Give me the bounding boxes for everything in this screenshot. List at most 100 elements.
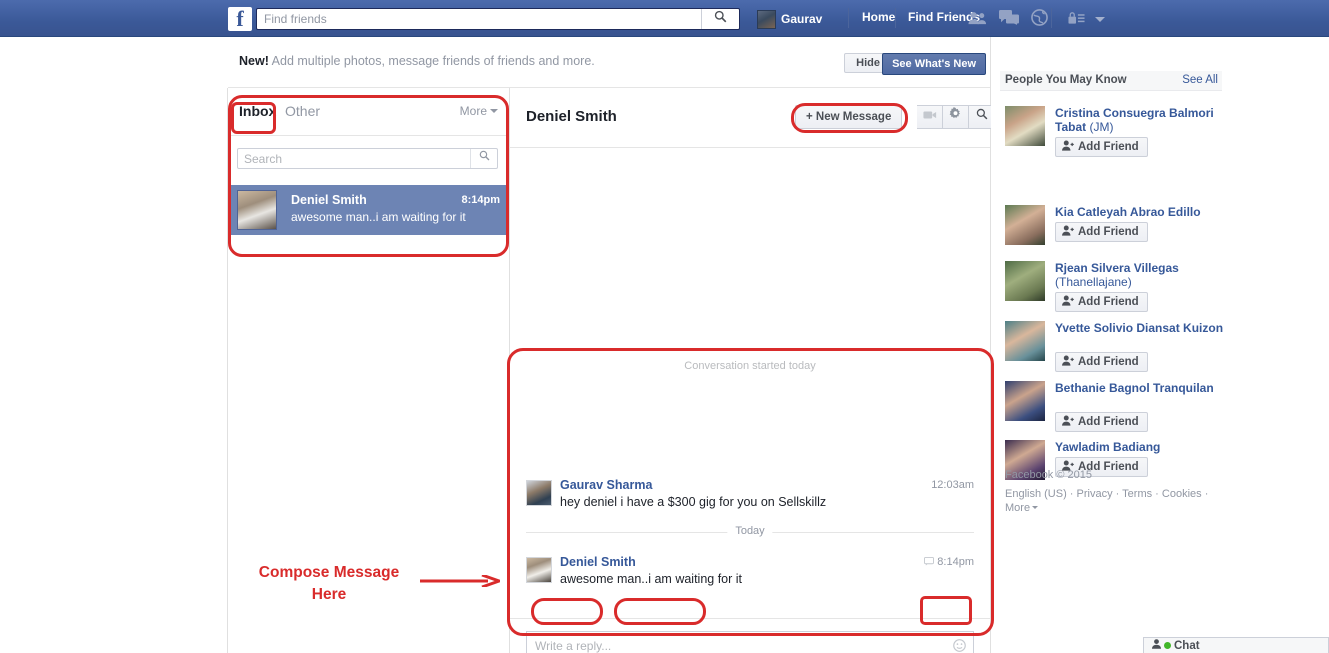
annotation-arrow-icon <box>420 575 500 587</box>
message-body: hey deniel i have a $300 gig for you on … <box>560 495 827 509</box>
message-time: 12:03am <box>931 479 974 491</box>
new-message-button[interactable]: + New Message <box>795 105 903 129</box>
pymk-name[interactable]: Kia Catleyah Abrao Edillo <box>1055 205 1225 219</box>
add-friend-label: Add Friend <box>1078 356 1139 368</box>
pymk-alias: (Thanellajane) <box>1055 275 1132 289</box>
conversation-header: Deniel Smith + New Message <box>510 88 995 148</box>
annotation-compose-label: Compose Message Here <box>243 562 415 606</box>
nav-home-link[interactable]: Home <box>862 10 895 24</box>
pymk-name[interactable]: Cristina Consuegra Balmori Tabat (JM) <box>1055 106 1225 134</box>
day-separator: Today <box>526 525 974 537</box>
add-friend-button[interactable]: Add Friend <box>1055 222 1148 242</box>
annotation-line-2: Here <box>311 586 347 603</box>
add-friend-icon <box>1062 355 1074 369</box>
pymk-alias: (JM) <box>1089 120 1114 134</box>
notifications-globe-icon[interactable] <box>1031 9 1048 29</box>
compose-box: Add Files Add Photos Press Enter to send… <box>526 631 974 653</box>
thread-search-input[interactable] <box>238 149 470 168</box>
footer-link-more[interactable]: More <box>1005 502 1030 514</box>
message-composer: Add Files Add Photos Press Enter to send… <box>510 618 990 653</box>
banner-text: New! Add multiple photos, message friend… <box>239 54 595 68</box>
emoji-icon[interactable] <box>953 639 966 653</box>
thread-snippet: awesome man..i am waiting for it <box>291 210 466 224</box>
add-friend-button[interactable]: Add Friend <box>1055 137 1148 157</box>
chat-bar[interactable]: Chat <box>1143 637 1329 653</box>
chevron-down-icon <box>490 109 498 113</box>
account-caret-icon[interactable] <box>1095 16 1105 22</box>
search-icon[interactable] <box>470 149 497 168</box>
new-features-banner: New! Add multiple photos, message friend… <box>228 37 990 88</box>
messages-icon[interactable] <box>999 10 1019 28</box>
avatar <box>237 190 277 230</box>
annotation-line-1: Compose Message <box>258 564 400 581</box>
add-friend-icon <box>1062 225 1074 239</box>
footer-links: English (US) · Privacy · Terms · Cookies… <box>1005 488 1209 514</box>
footer-link-terms[interactable]: Terms <box>1122 488 1152 500</box>
divider <box>1051 8 1052 28</box>
message-body: awesome man..i am waiting for it <box>560 572 743 586</box>
friend-requests-icon[interactable] <box>968 11 987 28</box>
global-search-input[interactable] <box>257 9 701 29</box>
avatar <box>1005 261 1045 301</box>
chat-label: Chat <box>1174 639 1200 652</box>
add-friend-button[interactable]: Add Friend <box>1055 292 1148 312</box>
pymk-title: People You May Know <box>1005 74 1127 86</box>
thread-search-box[interactable] <box>237 148 498 169</box>
banner-new-label: New! <box>239 54 269 68</box>
message-author[interactable]: Gaurav Sharma <box>560 478 652 492</box>
right-sidebar: People You May Know See All Cristina Con… <box>991 37 1329 653</box>
top-icon-group <box>968 8 1048 30</box>
footer-link-privacy[interactable]: Privacy <box>1077 488 1113 500</box>
divider <box>848 8 849 28</box>
pymk-see-all-link[interactable]: See All <box>1182 74 1218 86</box>
seen-bubble-icon <box>924 556 937 568</box>
message-time: 8:14pm <box>924 556 974 568</box>
see-whats-new-button[interactable]: See What's New <box>882 53 986 75</box>
new-message-label: New Message <box>815 111 892 123</box>
facebook-logo-icon[interactable]: f <box>228 7 252 31</box>
facebook-messages-page: f Gaurav Home Find Friends <box>0 0 1329 653</box>
avatar <box>1005 381 1045 421</box>
chat-person-icon <box>1152 639 1161 652</box>
profile-name: Gaurav <box>781 12 823 26</box>
online-status-dot <box>1164 642 1171 649</box>
add-friend-label: Add Friend <box>1078 141 1139 153</box>
thread-name: Deniel Smith <box>291 193 367 207</box>
video-call-icon[interactable] <box>917 105 943 129</box>
add-friend-label: Add Friend <box>1078 226 1139 238</box>
message-author[interactable]: Deniel Smith <box>560 555 636 569</box>
avatar <box>1005 205 1045 245</box>
footer-link-language[interactable]: English (US) <box>1005 488 1067 500</box>
add-friend-button[interactable]: Add Friend <box>1055 412 1148 432</box>
tab-other[interactable]: Other <box>285 103 320 119</box>
pymk-name[interactable]: Yawladim Badiang <box>1055 440 1225 454</box>
gear-icon[interactable] <box>943 105 969 129</box>
privacy-lock-icon[interactable] <box>1068 11 1085 28</box>
search-icon[interactable] <box>701 9 739 29</box>
profile-link[interactable]: Gaurav <box>757 9 822 29</box>
thread-time: 8:14pm <box>461 194 500 206</box>
thread-tabs: Inbox Other More <box>228 88 509 136</box>
pymk-name[interactable]: Rjean Silvera Villegas (Thanellajane) <box>1055 261 1225 289</box>
add-friend-button[interactable]: Add Friend <box>1055 352 1148 372</box>
add-friend-icon <box>1062 140 1074 154</box>
chevron-down-icon <box>1032 506 1039 509</box>
thread-more-menu[interactable]: More <box>460 104 498 118</box>
footer-link-cookies[interactable]: Cookies <box>1162 488 1202 500</box>
avatar <box>1005 106 1045 146</box>
pymk-name-text: Cristina Consuegra Balmori Tabat <box>1055 106 1214 134</box>
add-friend-icon <box>1062 295 1074 309</box>
add-friend-label: Add Friend <box>1078 416 1139 428</box>
avatar <box>526 557 552 583</box>
tab-inbox[interactable]: Inbox <box>239 103 276 119</box>
divider <box>895 8 896 28</box>
thread-list-item[interactable]: Deniel Smith 8:14pm awesome man..i am wa… <box>228 185 509 235</box>
add-friend-icon <box>1062 415 1074 429</box>
global-search-box[interactable] <box>256 8 740 30</box>
day-separator-label: Today <box>727 525 773 537</box>
pymk-name[interactable]: Yvette Solivio Diansat Kuizon <box>1055 321 1225 335</box>
page-title: Deniel Smith <box>526 108 617 125</box>
pymk-name[interactable]: Bethanie Bagnol Tranquilan <box>1055 381 1225 395</box>
plus-icon: + <box>806 111 813 123</box>
reply-input[interactable] <box>527 632 947 653</box>
